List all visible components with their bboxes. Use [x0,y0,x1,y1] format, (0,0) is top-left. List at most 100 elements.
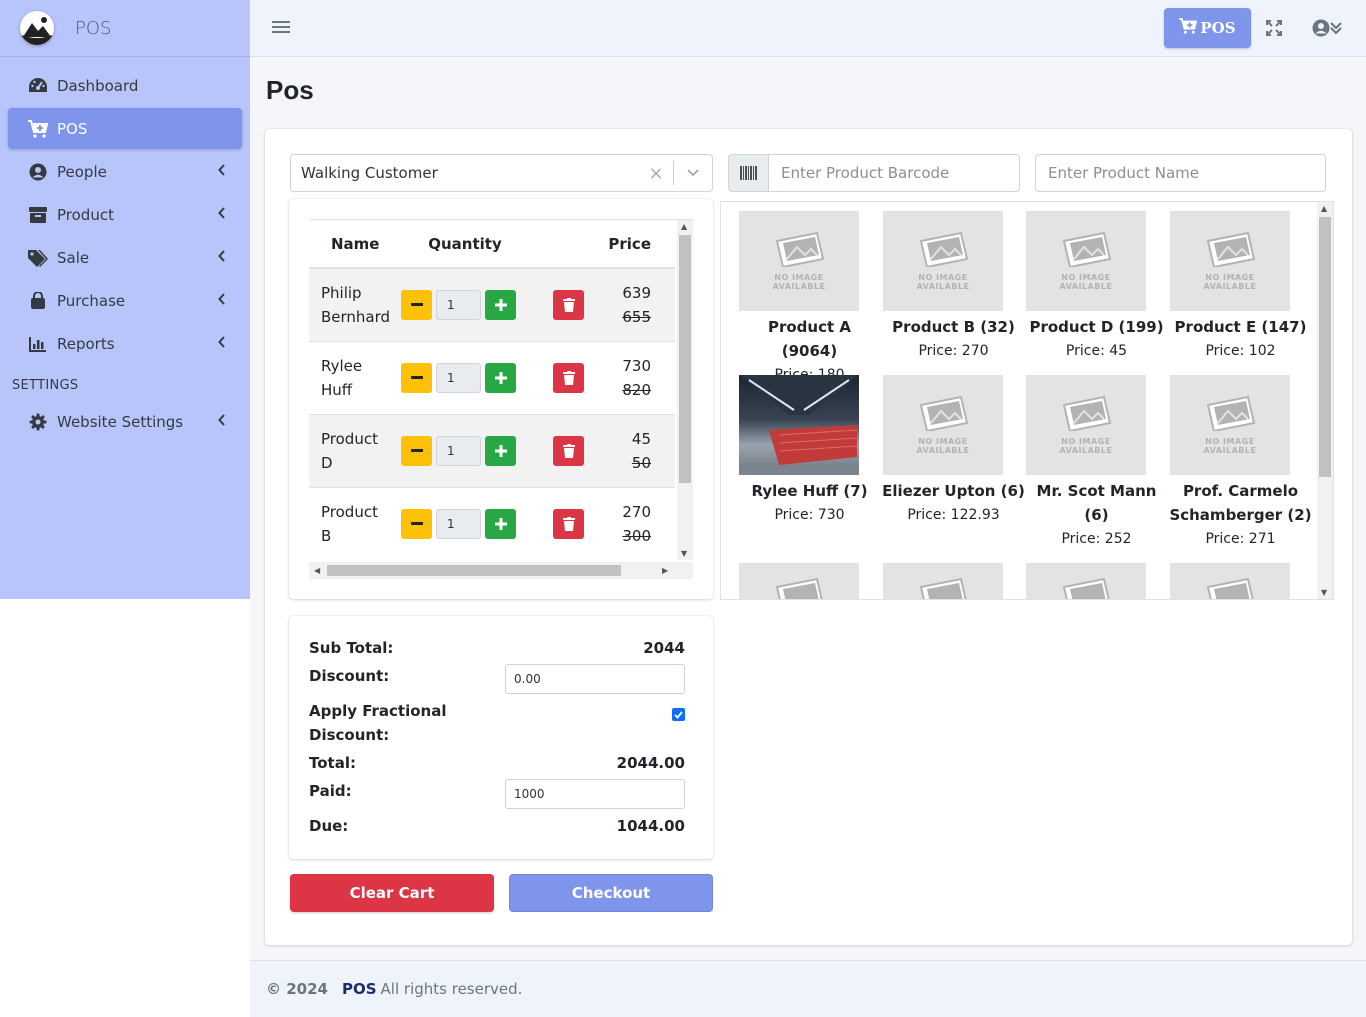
shopping-bag-icon [27,291,49,310]
increase-quantity-button[interactable] [485,435,516,466]
barcode-input-group [728,154,1020,192]
scroll-down-arrow-icon[interactable]: ▼ [1321,588,1327,597]
cart-plus-icon [27,119,49,138]
product-card[interactable] [738,563,881,599]
increase-quantity-button[interactable] [485,362,516,393]
cart-item-price-old: 300 [622,526,651,545]
product-card[interactable] [1169,563,1312,599]
delete-item-button[interactable] [553,362,584,393]
increase-quantity-button[interactable] [485,508,516,539]
clear-icon[interactable]: × [639,163,673,184]
quantity-input[interactable]: 1 [436,362,481,393]
quantity-input[interactable]: 1 [436,435,481,466]
brand[interactable]: POS [0,0,250,57]
decrease-quantity-button[interactable] [401,362,432,393]
sidebar-item-reports[interactable]: Reports [8,323,242,364]
sidebar-item-dashboard[interactable]: Dashboard [8,65,242,106]
user-menu[interactable] [1312,19,1342,41]
checkout-button[interactable]: Checkout [509,874,713,912]
sidebar-item-product[interactable]: Product [8,194,242,235]
decrease-quantity-button[interactable] [401,289,432,320]
column-header-quantity: Quantity [401,220,529,269]
scroll-left-arrow-icon[interactable]: ◀ [314,566,320,575]
discount-input[interactable]: 0.00 [505,664,685,694]
quantity-input[interactable]: 1 [436,508,481,539]
cart-row: Philip Bernhard 1 639 655 [309,267,675,341]
customer-select[interactable]: Walking Customer × [290,154,713,192]
no-image-placeholder [739,563,859,599]
cart-row: Product B 1 270 300 [309,486,675,560]
clear-cart-button[interactable]: Clear Cart [290,874,494,912]
delete-item-button[interactable] [553,435,584,466]
sidebar-item-purchase[interactable]: Purchase [8,280,242,321]
no-image-text-line2: AVAILABLE [1059,446,1113,455]
cart-table-container[interactable]: Name Quantity Price Philip Bernhard 1 63… [309,219,693,579]
no-image-text-line1: NO IMAGE [918,273,968,282]
cart-item-name-line1: Philip [321,283,362,302]
barcode-icon [728,154,769,192]
scrollbar-thumb[interactable] [327,565,621,576]
dashboard-icon [27,77,49,95]
decrease-quantity-button[interactable] [401,435,432,466]
product-card[interactable]: NO IMAGE AVAILABLE Product D (199) Price:… [1025,211,1168,363]
image-placeholder-icon [919,395,969,431]
cart-item-name-line2: D [321,453,333,472]
paid-input[interactable]: 1000 [505,779,685,809]
product-card[interactable]: NO IMAGE AVAILABLE Product B (32) Price: … [882,211,1025,363]
product-card[interactable] [882,563,1025,599]
scroll-right-arrow-icon[interactable]: ▶ [662,566,668,575]
product-card[interactable]: NO IMAGE AVAILABLE Prof. Carmelo Schamberg… [1169,375,1312,551]
sidebar-item-people[interactable]: People [8,151,242,192]
scrollbar-thumb[interactable] [1319,217,1331,477]
cart-item-delete-cell [529,340,589,414]
pos-button[interactable]: POS [1164,8,1251,48]
chevron-down-icon[interactable] [674,169,712,177]
column-header-price: Price [589,220,675,269]
sidebar-item-label: Sale [57,248,90,267]
product-name-input[interactable] [1035,154,1326,192]
scroll-up-arrow-icon[interactable]: ▲ [681,222,687,231]
cart-vertical-scrollbar[interactable]: ▲ ▼ [677,220,693,560]
settings-header: SETTINGS [12,378,79,393]
scrollbar-thumb[interactable] [679,235,691,483]
decrease-quantity-button[interactable] [401,508,432,539]
product-grid-panel[interactable]: NO IMAGEAVAILABLE Product A (9064) Price… [720,201,1334,600]
cart-item-price: 270 300 [589,486,675,560]
footer-brand-link[interactable]: POS [342,980,377,998]
scroll-up-arrow-icon[interactable]: ▲ [1321,204,1327,213]
product-price: Price: 270 [918,343,989,359]
fractional-discount-checkbox[interactable] [672,708,685,721]
sidebar-item-website-settings[interactable]: Website Settings [8,401,242,442]
hamburger-menu-icon[interactable] [272,18,290,38]
product-card[interactable]: NO IMAGE AVAILABLE Eliezer Upton (6) Pric… [882,375,1025,527]
no-image-placeholder: NO IMAGE AVAILABLE [883,375,1003,475]
product-price: Price: 102 [1205,343,1276,359]
image-placeholder-icon [775,231,825,267]
cart-horizontal-scrollbar[interactable]: ◀ ▶ [309,562,693,579]
sidebar-item-sale[interactable]: Sale [8,237,242,278]
product-card[interactable]: NO IMAGEAVAILABLE Product A (9064) Price… [738,211,881,387]
product-vertical-scrollbar[interactable]: ▲ ▼ [1317,202,1333,599]
increase-quantity-button[interactable] [485,289,516,320]
barcode-input[interactable] [769,154,1020,192]
product-card[interactable]: Rylee Huff (7) Price: 730 [738,375,881,527]
no-image-text: NO IMAGE AVAILABLE [917,437,970,455]
cart-item-name-line2: Bernhard [321,307,391,326]
chevron-left-icon [218,163,226,180]
fullscreen-icon[interactable] [1266,20,1282,40]
scroll-down-arrow-icon[interactable]: ▼ [681,549,687,558]
sidebar-item-label: People [57,162,107,181]
product-card[interactable] [1025,563,1168,599]
sidebar-item-label: Website Settings [57,412,184,431]
product-card[interactable]: NO IMAGE AVAILABLE Product E (147) Price:… [1169,211,1312,363]
quantity-stepper: 1 [401,289,529,320]
delete-item-button[interactable] [553,289,584,320]
sidebar-item-pos[interactable]: POS [8,108,242,149]
product-card[interactable]: NO IMAGE AVAILABLE Mr. Scot Mann (6) Pric… [1025,375,1168,551]
no-image-text-line1: NO IMAGE [1205,273,1255,282]
tags-icon [27,249,49,267]
image-placeholder-icon [919,231,969,267]
delete-item-button[interactable] [553,508,584,539]
quantity-input[interactable]: 1 [436,289,481,320]
column-header-name: Name [309,220,401,269]
